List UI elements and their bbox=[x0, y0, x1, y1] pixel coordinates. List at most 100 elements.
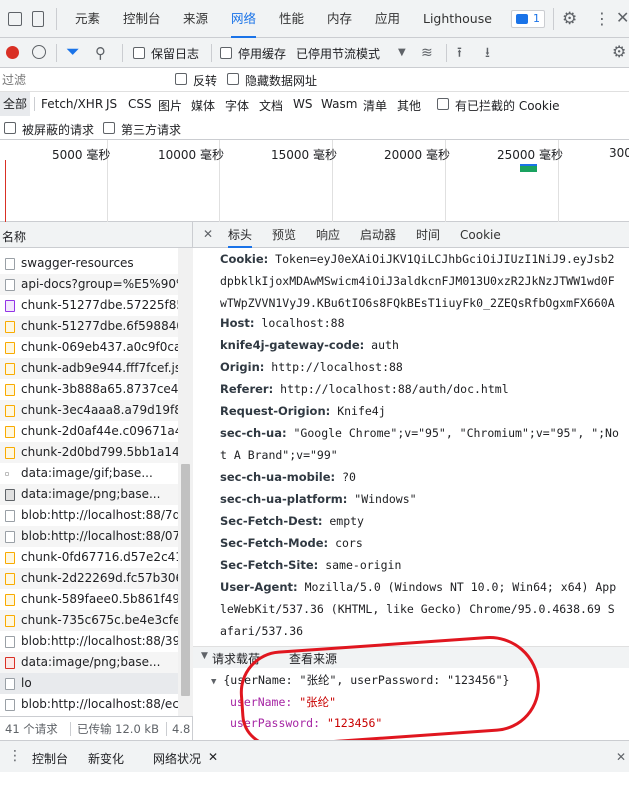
drawer-tab-console[interactable]: 控制台 bbox=[32, 750, 68, 767]
drawer-menu-icon[interactable]: ⋮ bbox=[8, 748, 22, 764]
request-row[interactable]: blob:http://localhost:88/7d11 bbox=[0, 505, 178, 526]
request-row[interactable]: chunk-3b888a65.8737ce4f.js bbox=[0, 379, 178, 400]
network-toolbar: ⏷ ⚲ 保留日志 停用缓存 已停用节流模式 ▼ ≋ ⭱ ⭳ ⚙ bbox=[0, 38, 629, 68]
header-host: Host: localhost:88 bbox=[220, 316, 345, 330]
tab-lighthouse[interactable]: Lighthouse bbox=[423, 0, 492, 38]
tab-cookies[interactable]: Cookie bbox=[460, 222, 501, 248]
request-row-selected[interactable]: lo bbox=[0, 673, 178, 694]
type-img[interactable]: 图片 bbox=[158, 97, 182, 114]
hide-data-urls-label: 隐藏数据网址 bbox=[245, 74, 318, 88]
search-icon[interactable]: ⚲ bbox=[95, 42, 106, 64]
request-row[interactable]: blob:http://localhost:88/072d bbox=[0, 526, 178, 547]
timeline-tick-label: 25000 毫秒 bbox=[497, 148, 563, 162]
type-media[interactable]: 媒体 bbox=[191, 97, 215, 114]
request-row[interactable]: chunk-0fd67716.d57e2c41.js bbox=[0, 547, 178, 568]
devtools-tabbar: 元素 控制台 来源 网络 性能 内存 应用 Lighthouse 1 ⚙ ⋮ ✕ bbox=[0, 0, 629, 38]
triangle-down-icon: ▼ bbox=[211, 677, 217, 687]
request-row[interactable]: blob:http://localhost:88/ec67. bbox=[0, 694, 178, 715]
type-other[interactable]: 其他 bbox=[397, 97, 421, 114]
tab-elements[interactable]: 元素 bbox=[75, 0, 100, 38]
type-fetch-xhr[interactable]: Fetch/XHR bbox=[41, 97, 103, 111]
request-row[interactable]: chunk-2d22269d.fc57b306.js bbox=[0, 568, 178, 589]
request-row[interactable]: chunk-589faee0.5b861f49.js bbox=[0, 589, 178, 610]
divider bbox=[446, 44, 447, 62]
request-row[interactable]: chunk-51277dbe.6f598840.js bbox=[0, 316, 178, 337]
filter-input[interactable] bbox=[0, 70, 162, 90]
tab-timing[interactable]: 时间 bbox=[416, 222, 440, 248]
issues-button[interactable]: 1 bbox=[511, 10, 545, 28]
gear-icon[interactable]: ⚙ bbox=[562, 9, 577, 29]
invert-checkbox[interactable] bbox=[175, 73, 187, 85]
name-column-header[interactable]: 名称 bbox=[0, 222, 193, 248]
issues-count: 1 bbox=[533, 12, 540, 25]
close-icon[interactable]: ✕ bbox=[208, 750, 218, 764]
filter-icon[interactable]: ⏷ bbox=[66, 41, 80, 63]
tab-console[interactable]: 控制台 bbox=[123, 0, 161, 38]
invert-label: 反转 bbox=[193, 74, 218, 88]
tab-memory[interactable]: 内存 bbox=[327, 0, 352, 38]
third-party-checkbox[interactable] bbox=[103, 122, 115, 134]
type-js[interactable]: JS bbox=[106, 97, 117, 111]
type-wasm[interactable]: Wasm bbox=[321, 97, 357, 111]
request-row[interactable]: chunk-2d0bd799.5bb1a14e.js bbox=[0, 442, 178, 463]
request-row[interactable]: chunk-735c675c.be4e3cfe.js bbox=[0, 610, 178, 631]
inspect-icon[interactable] bbox=[8, 12, 22, 26]
tab-response[interactable]: 响应 bbox=[316, 222, 340, 248]
request-row[interactable]: chunk-3ec4aaa8.a79d19f8.js bbox=[0, 400, 178, 421]
request-row[interactable]: data:image/gif;base... bbox=[0, 463, 178, 484]
disable-cache-checkbox[interactable] bbox=[220, 47, 232, 59]
blocked-cookies-checkbox[interactable] bbox=[437, 98, 449, 110]
more-options-icon[interactable]: ⋮ bbox=[594, 9, 610, 29]
preserve-log-checkbox[interactable] bbox=[133, 47, 145, 59]
request-options-row: 被屏蔽的请求 第三方请求 bbox=[0, 116, 629, 140]
tab-sources[interactable]: 来源 bbox=[183, 0, 208, 38]
script-icon bbox=[5, 447, 15, 459]
tab-network[interactable]: 网络 bbox=[231, 0, 257, 38]
clear-icon[interactable] bbox=[32, 45, 46, 59]
close-drawer-icon[interactable]: ✕ bbox=[616, 750, 626, 764]
close-icon[interactable]: ✕ bbox=[616, 8, 629, 28]
request-row[interactable]: data:image/png;base... bbox=[0, 484, 178, 505]
document-icon bbox=[5, 678, 15, 690]
tab-initiator[interactable]: 启动器 bbox=[360, 222, 396, 248]
divider bbox=[166, 722, 167, 736]
timeline-request-bar bbox=[520, 164, 537, 172]
close-detail-icon[interactable]: ✕ bbox=[203, 227, 213, 241]
script-icon bbox=[5, 594, 15, 606]
tab-preview[interactable]: 预览 bbox=[272, 222, 296, 248]
request-row[interactable]: chunk-51277dbe.57225f85.cs bbox=[0, 295, 178, 316]
blocked-requests-checkbox[interactable] bbox=[4, 122, 16, 134]
tab-performance[interactable]: 性能 bbox=[279, 0, 304, 38]
device-toolbar-icon[interactable] bbox=[32, 11, 44, 27]
request-row[interactable]: api-docs?group=%E5%90%8 bbox=[0, 274, 178, 295]
download-icon[interactable]: ⭳ bbox=[485, 43, 490, 63]
request-row[interactable]: blob:http://localhost:88/3901 bbox=[0, 631, 178, 652]
type-ws[interactable]: WS bbox=[293, 97, 312, 111]
record-button[interactable] bbox=[6, 46, 19, 59]
tab-application[interactable]: 应用 bbox=[375, 0, 400, 38]
request-row[interactable]: chunk-2d0af44e.c09671a4.js bbox=[0, 421, 178, 442]
hide-data-urls-checkbox[interactable] bbox=[227, 73, 239, 85]
network-conditions-icon[interactable]: ≋ bbox=[421, 43, 433, 63]
chevron-down-icon[interactable]: ▼ bbox=[398, 44, 406, 62]
request-row[interactable]: chunk-069eb437.a0c9f0ca.js bbox=[0, 337, 178, 358]
timeline-tick-label: 5000 毫秒 bbox=[52, 148, 111, 162]
timeline-overview[interactable]: 5000 毫秒 10000 毫秒 15000 毫秒 20000 毫秒 25000… bbox=[0, 140, 629, 222]
request-row[interactable]: chunk-adb9e944.fff7fcef.js bbox=[0, 358, 178, 379]
type-font[interactable]: 字体 bbox=[225, 97, 249, 114]
drawer-tab-whats-new[interactable]: 新变化 bbox=[88, 750, 124, 767]
type-css[interactable]: CSS bbox=[128, 97, 152, 111]
header-sec-fetch-site: Sec-Fetch-Site: same-origin bbox=[220, 558, 402, 572]
type-doc[interactable]: 文档 bbox=[259, 97, 283, 114]
throttle-select[interactable]: 已停用节流模式 bbox=[296, 45, 380, 62]
type-all[interactable]: 全部 bbox=[0, 92, 31, 116]
request-row[interactable]: data:image/png;base... bbox=[0, 652, 178, 673]
scrollbar-thumb[interactable] bbox=[181, 464, 190, 696]
divider bbox=[34, 97, 35, 111]
network-settings-gear-icon[interactable]: ⚙ bbox=[612, 42, 626, 62]
tab-headers[interactable]: 标头 bbox=[228, 222, 253, 248]
timeline-marker bbox=[5, 160, 6, 222]
request-row[interactable]: swagger-resources bbox=[0, 253, 178, 274]
upload-icon[interactable]: ⭱ bbox=[457, 43, 462, 63]
type-manifest[interactable]: 清单 bbox=[363, 97, 387, 114]
